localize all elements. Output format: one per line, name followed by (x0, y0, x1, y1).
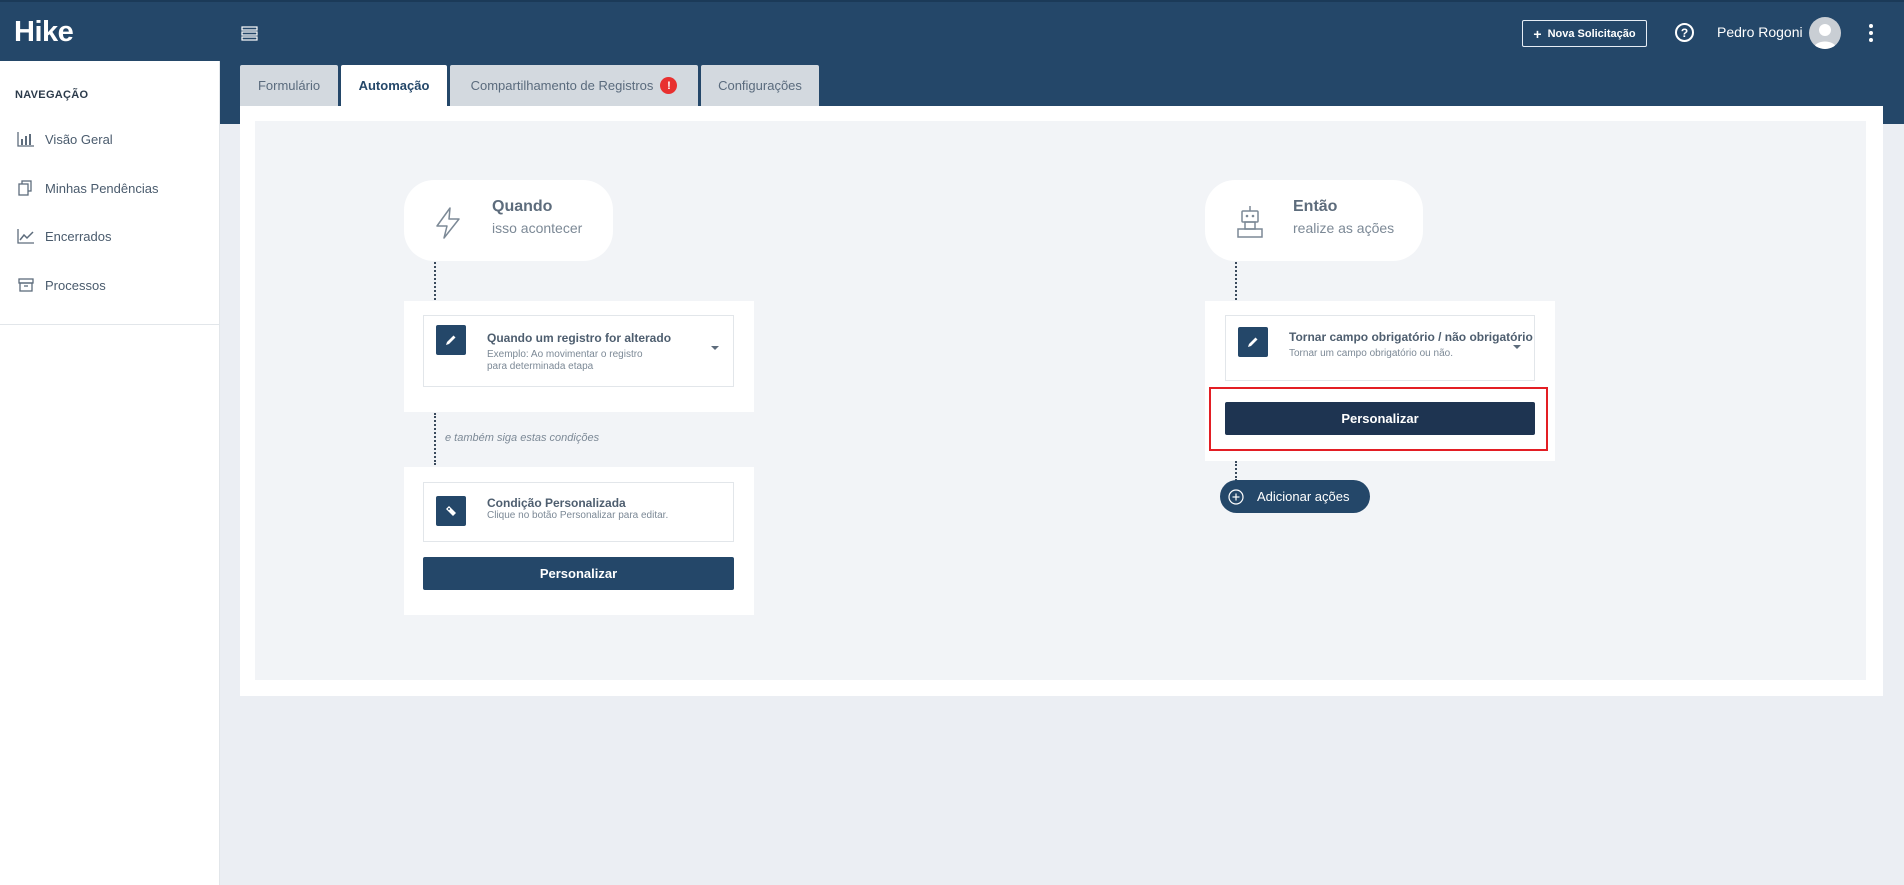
tab-label: Compartilhamento de Registros (470, 78, 654, 93)
bar-chart-icon (17, 132, 34, 147)
pencil-icon (436, 325, 466, 355)
conditions-hint: e também siga estas condições (445, 432, 600, 444)
sidebar: NAVEGAÇÃO Visão Geral Minhas Pendências … (0, 61, 220, 885)
sidebar-item-label: Encerrados (45, 228, 112, 244)
alert-icon: ! (660, 77, 678, 94)
condition-description: Clique no botão Personalizar para editar… (487, 510, 669, 521)
copy-icon (18, 180, 32, 196)
new-request-label: Nova Solicitação (1547, 27, 1636, 40)
action-rule-title: Tornar campo obrigatório / não obrigatór… (1289, 330, 1533, 344)
sidebar-item-label: Processos (45, 277, 106, 293)
trigger-header: Quando isso acontecer (404, 180, 613, 261)
archive-icon (18, 278, 34, 292)
sidebar-item-visao-geral[interactable]: Visão Geral (17, 127, 113, 151)
tab-formulario[interactable]: Formulário (240, 65, 338, 106)
pencil-icon (1238, 327, 1268, 357)
top-bar: Hike + Nova Solicitação ? Pedro Rogoni (0, 0, 1904, 61)
add-action-label: Adicionar ações (1257, 489, 1350, 504)
sidebar-item-encerrados[interactable]: Encerrados (17, 224, 111, 248)
sidebar-item-label: Minhas Pendências (45, 180, 159, 196)
sidebar-title: NAVEGAÇÃO (15, 89, 89, 101)
action-header: Então realize as ações (1205, 180, 1423, 261)
new-request-button[interactable]: + Nova Solicitação (1522, 20, 1647, 47)
action-rule-description: Tornar um campo obrigatório ou não. (1289, 348, 1453, 359)
trigger-title: Quando (492, 198, 553, 215)
action-customize-button[interactable]: Personalizar (1225, 402, 1535, 435)
trigger-rule-description: Exemplo: Ao movimentar o registro para d… (487, 349, 643, 372)
tab-automacao[interactable]: Automação (341, 65, 447, 106)
line-chart-icon (17, 229, 34, 244)
connector (1235, 461, 1237, 481)
help-icon[interactable]: ? (1675, 23, 1694, 42)
avatar[interactable] (1809, 17, 1841, 49)
user-name[interactable]: Pedro Rogoni (1717, 24, 1803, 40)
tab-compartilhamento[interactable]: Compartilhamento de Registros ! (450, 65, 698, 106)
trigger-subtitle: isso acontecer (492, 220, 583, 236)
menu-toggle-icon[interactable] (241, 26, 258, 41)
chevron-down-icon (711, 346, 719, 350)
sidebar-divider (0, 324, 220, 325)
action-subtitle: realize as ações (1293, 220, 1395, 236)
trigger-customize-button[interactable]: Personalizar (423, 557, 734, 590)
condition-rule[interactable]: Condição Personalizada Clique no botão P… (423, 482, 734, 542)
connector (1235, 262, 1237, 300)
add-circle-icon (1228, 488, 1244, 505)
sidebar-item-minhas-pendencias[interactable]: Minhas Pendências (17, 176, 158, 200)
action-title: Então (1293, 198, 1338, 215)
trigger-rule-title: Quando um registro for alterado (487, 331, 672, 345)
condition-title: Condição Personalizada (487, 496, 626, 510)
chevron-down-icon (1513, 345, 1521, 349)
action-rule-select[interactable]: Tornar campo obrigatório / não obrigatór… (1225, 315, 1535, 381)
more-options-icon[interactable] (1868, 24, 1874, 42)
plus-icon: + (1533, 25, 1542, 42)
robot-icon (1237, 206, 1263, 238)
connector (434, 262, 436, 300)
add-action-button[interactable]: Adicionar ações (1220, 480, 1370, 513)
tab-configuracoes[interactable]: Configurações (701, 65, 819, 106)
connector (434, 413, 436, 465)
app-logo[interactable]: Hike (14, 16, 74, 49)
lightning-icon (436, 207, 460, 239)
tag-icon (436, 496, 466, 526)
trigger-rule-select[interactable]: Quando um registro for alterado Exemplo:… (423, 315, 734, 387)
sidebar-item-label: Visão Geral (45, 131, 113, 147)
sidebar-item-processos[interactable]: Processos (17, 273, 106, 297)
